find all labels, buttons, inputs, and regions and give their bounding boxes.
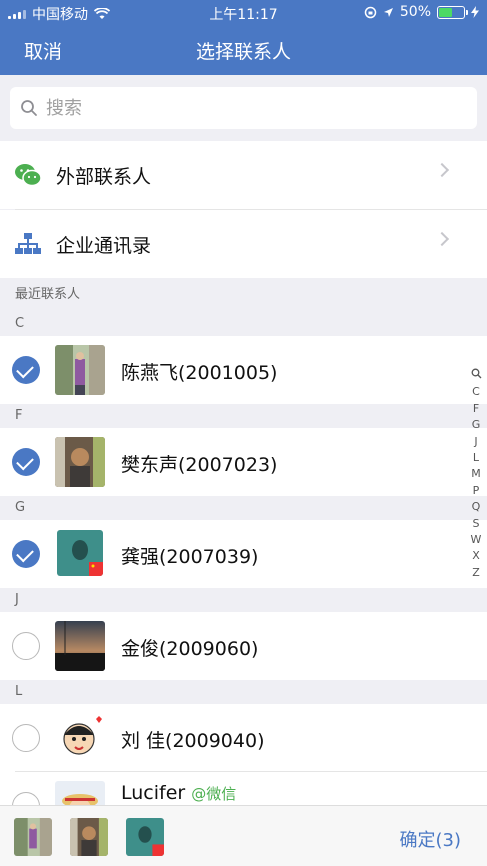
index-letter[interactable]: G — [469, 417, 483, 433]
alphabet-index[interactable]: C F G J L M P Q S W X Z — [469, 368, 483, 581]
checkbox-checked[interactable] — [12, 448, 40, 476]
selected-avatar[interactable] — [126, 818, 164, 856]
index-letter[interactable]: F — [469, 401, 483, 417]
company-directory-label: 企业通讯录 — [56, 234, 152, 257]
section-letter-c: C — [0, 312, 487, 336]
checkbox-unchecked[interactable] — [12, 724, 40, 752]
index-letter[interactable]: L — [469, 450, 483, 466]
wechat-tag: @微信 — [191, 785, 237, 803]
section-letter-f: F — [0, 404, 487, 428]
index-letter[interactable]: J — [469, 434, 483, 450]
index-letter[interactable]: S — [469, 516, 483, 532]
battery-percent: 50% — [399, 4, 431, 20]
contact-row[interactable]: 刘 佳(2009040) — [0, 704, 487, 772]
contact-name: 刘 佳(2009040) — [121, 730, 265, 752]
contact-row[interactable]: 金俊(2009060) — [0, 612, 487, 680]
contact-name: Lucifer — [121, 782, 186, 804]
external-contacts-entry[interactable]: 外部联系人 — [0, 141, 487, 209]
selected-avatar[interactable] — [14, 818, 52, 856]
index-letter[interactable]: X — [469, 548, 483, 564]
search-box[interactable] — [10, 87, 477, 129]
contact-name-wrap: Lucifer @微信 — [121, 782, 236, 804]
avatar — [55, 621, 105, 671]
contact-row[interactable]: 龚强(2007039) — [0, 520, 487, 588]
contact-row[interactable]: 陈燕飞(2001005) — [0, 336, 487, 404]
status-bar: 中国移动 上午11:17 50% — [0, 0, 487, 24]
contact-row[interactable]: 樊东声(2007023) — [0, 428, 487, 496]
contact-name: 龚强(2007039) — [121, 546, 259, 568]
company-directory-entry[interactable]: 企业通讯录 — [0, 210, 487, 278]
contact-name: 陈燕飞(2001005) — [121, 362, 278, 384]
section-letter-j: J — [0, 588, 487, 612]
checkbox-checked[interactable] — [12, 356, 40, 384]
status-right: 50% — [364, 4, 479, 20]
contact-name: 樊东声(2007023) — [121, 454, 278, 476]
avatar — [55, 437, 105, 487]
search-area — [0, 75, 487, 141]
charging-icon — [471, 6, 479, 18]
avatar — [55, 345, 105, 395]
checkbox-checked[interactable] — [12, 540, 40, 568]
selection-bar: 确定(3) — [0, 805, 487, 866]
selected-avatar[interactable] — [70, 818, 108, 856]
avatar — [57, 530, 103, 576]
search-input[interactable] — [46, 97, 446, 119]
checkbox-unchecked[interactable] — [12, 632, 40, 660]
index-letter[interactable]: W — [469, 532, 483, 548]
nav-bar: 取消 选择联系人 — [0, 24, 487, 75]
index-letter[interactable]: M — [469, 466, 483, 482]
index-letter[interactable]: Z — [469, 565, 483, 581]
page-title: 选择联系人 — [195, 41, 291, 63]
index-letter[interactable]: C — [469, 384, 483, 400]
confirm-button[interactable]: 确定(3) — [400, 826, 462, 852]
avatar — [55, 713, 105, 763]
contact-name: 金俊(2009060) — [121, 638, 259, 660]
external-contacts-label: 外部联系人 — [56, 165, 152, 188]
index-letter[interactable]: Q — [469, 499, 483, 515]
index-search-icon[interactable] — [469, 368, 483, 384]
recent-contacts-header: 最近联系人 — [0, 278, 487, 312]
org-chart-icon — [0, 232, 56, 256]
rotation-lock-icon — [364, 6, 377, 18]
header: 中国移动 上午11:17 50% 取消 选择联系人 — [0, 0, 487, 75]
search-icon — [21, 100, 37, 116]
wechat-icon — [0, 163, 56, 187]
section-letter-l: L — [0, 680, 487, 704]
section-letter-g: G — [0, 496, 487, 520]
index-letter[interactable]: P — [469, 483, 483, 499]
location-icon — [383, 7, 393, 17]
battery-icon — [437, 5, 468, 19]
